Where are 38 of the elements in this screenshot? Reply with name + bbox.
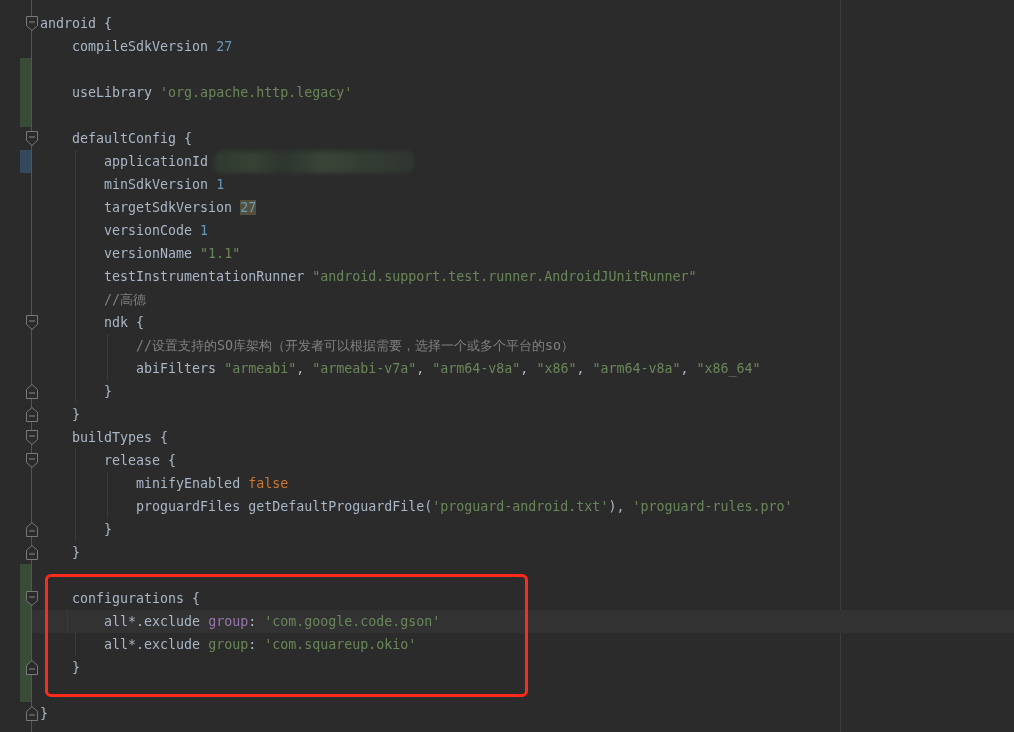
- code-line: versionName "1.1": [103, 245, 241, 263]
- fold-icon[interactable]: [26, 16, 38, 31]
- code-line: minSdkVersion 1: [103, 176, 225, 194]
- code-line: all*.exclude group: 'com.google.code.gson': [103, 613, 441, 631]
- code-line: testInstrumentationRunner "android.support.test.runner.AndroidJUnitRunner": [103, 268, 697, 286]
- code-line: }: [71, 659, 81, 677]
- code-line: }: [40, 705, 48, 723]
- code-line: minifyEnabled false: [135, 475, 289, 493]
- fold-icon[interactable]: [26, 522, 38, 537]
- code-line: abiFilters "armeabi", "armeabi-v7a", "arm64-v8a", "x86", "arm64-v8a", "x86_64": [135, 360, 761, 379]
- fold-icon[interactable]: [26, 407, 38, 422]
- code-line: ndk {: [103, 314, 145, 332]
- code-line: release {: [103, 452, 177, 470]
- code-line: applicationId: [103, 153, 209, 171]
- fold-icon[interactable]: [26, 453, 38, 468]
- code-line: }: [71, 406, 81, 424]
- fold-icon[interactable]: [26, 591, 38, 606]
- code-line: }: [103, 521, 113, 539]
- fold-icon[interactable]: [26, 315, 38, 330]
- code-line: compileSdkVersion 27: [71, 38, 233, 56]
- fold-icon[interactable]: [26, 706, 38, 721]
- code-line: buildTypes {: [71, 429, 169, 447]
- fold-icon[interactable]: [26, 430, 38, 445]
- code-line: configurations {: [71, 590, 201, 608]
- fold-icon[interactable]: [26, 545, 38, 560]
- code-line: targetSdkVersion 27: [103, 199, 257, 217]
- code-line: android {: [40, 15, 113, 33]
- code-line: defaultConfig {: [71, 130, 193, 148]
- code-line: }: [71, 544, 81, 562]
- code-line: useLibrary 'org.apache.http.legacy': [71, 84, 353, 102]
- code-line: }: [103, 383, 113, 401]
- code-line: versionCode 1: [103, 222, 209, 240]
- code-line: all*.exclude group: 'com.squareup.okio': [103, 636, 417, 654]
- fold-icon[interactable]: [26, 384, 38, 399]
- code-line: //高德: [103, 291, 147, 309]
- fold-icon[interactable]: [26, 660, 38, 675]
- fold-icon[interactable]: [26, 131, 38, 146]
- code-line: proguardFiles getDefaultProguardFile('proguard-android.txt'), 'proguard-rules.pro': [135, 498, 793, 516]
